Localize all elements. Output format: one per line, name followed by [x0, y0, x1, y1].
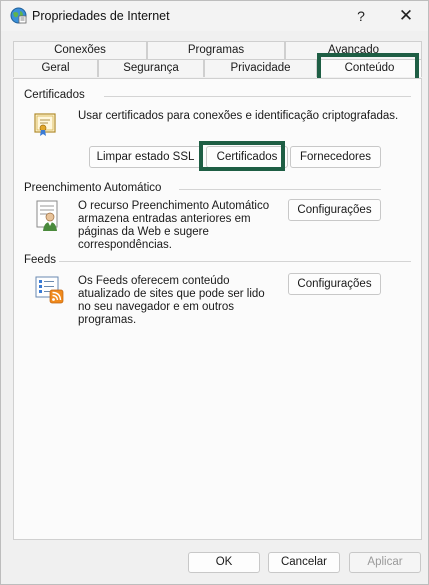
tab-strip: Conexões Programas Avançado Geral Segura…: [13, 39, 422, 79]
feeds-section-title: Feeds: [24, 254, 56, 266]
cancel-button[interactable]: Cancelar: [268, 552, 340, 573]
feeds-description-line: Os Feeds oferecem conteúdo: [78, 275, 230, 287]
internet-properties-window: Propriedades de Internet ? ✕ Conexões Pr…: [0, 0, 429, 585]
certificates-button[interactable]: Certificados: [206, 146, 288, 168]
feeds-description-line: atualizado de sites que pode ser lido: [78, 288, 265, 300]
certificates-divider: [104, 96, 411, 97]
feeds-description: Os Feeds oferecem conteúdo atualizado de…: [78, 275, 265, 327]
help-button[interactable]: ?: [339, 1, 383, 31]
autocomplete-description-line: correspondências.: [78, 239, 172, 251]
tab-programs[interactable]: Programas: [147, 41, 285, 59]
certificate-icon: [34, 113, 56, 140]
feeds-description-line: no seu navegador e em outros: [78, 301, 234, 313]
autocomplete-description: O recurso Preenchimento Automático armaz…: [78, 200, 269, 252]
publishers-button[interactable]: Fornecedores: [290, 146, 381, 168]
autocomplete-user-form-icon: [35, 200, 63, 235]
autocomplete-description-line: páginas da Web e sugere: [78, 226, 209, 238]
autocomplete-settings-button[interactable]: Configurações: [288, 199, 381, 221]
tab-content[interactable]: Conteúdo: [317, 59, 422, 77]
tab-security[interactable]: Segurança: [98, 59, 204, 77]
title-bar: Propriedades de Internet ? ✕: [1, 1, 428, 31]
autocomplete-description-line: armazena entradas anteriores em: [78, 213, 251, 225]
tab-advanced[interactable]: Avançado: [285, 41, 422, 59]
feeds-description-line: programas.: [78, 314, 137, 326]
window-title: Propriedades de Internet: [32, 9, 170, 23]
tab-privacy[interactable]: Privacidade: [204, 59, 317, 77]
clear-ssl-state-button[interactable]: Limpar estado SSL: [89, 146, 202, 168]
close-button[interactable]: ✕: [384, 1, 428, 31]
tab-connections[interactable]: Conexões: [13, 41, 147, 59]
feeds-divider: [59, 261, 411, 262]
certificates-section-title: Certificados: [24, 89, 85, 101]
autocomplete-section-title: Preenchimento Automático: [24, 182, 162, 194]
certificates-description: Usar certificados para conexões e identi…: [78, 110, 399, 122]
autocomplete-divider: [179, 189, 381, 190]
ok-button[interactable]: OK: [188, 552, 260, 573]
tab-general[interactable]: Geral: [13, 59, 98, 77]
apply-button[interactable]: Aplicar: [349, 552, 421, 573]
rss-feeds-icon: [35, 276, 65, 307]
autocomplete-description-line: O recurso Preenchimento Automático: [78, 200, 270, 212]
feeds-settings-button[interactable]: Configurações: [288, 273, 381, 295]
content-tab-panel: Certificados Usar certificados para cone…: [13, 78, 422, 540]
internet-options-globe-icon: [10, 7, 27, 24]
